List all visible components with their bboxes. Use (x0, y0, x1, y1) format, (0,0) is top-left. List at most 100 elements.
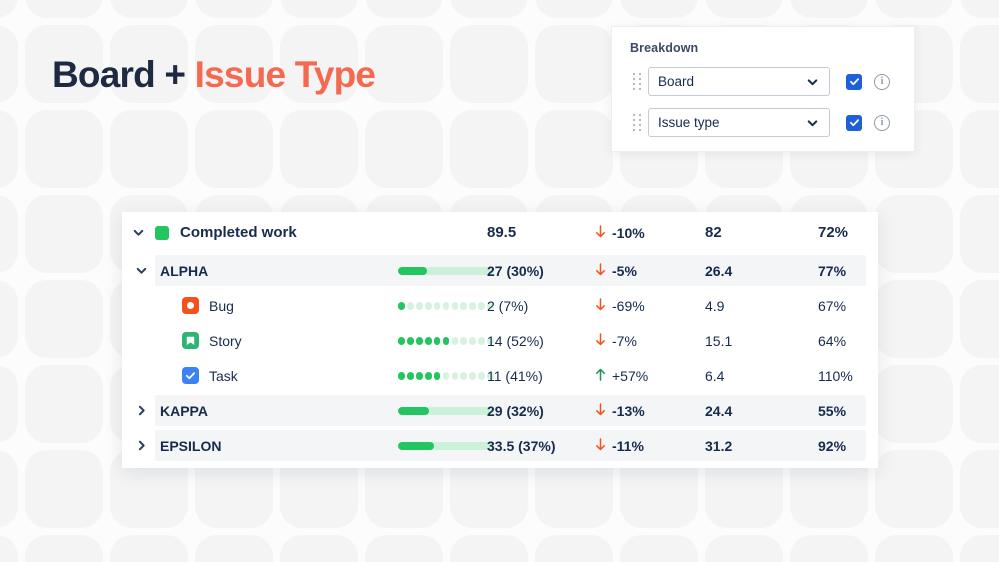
arrow-down-icon (595, 403, 606, 418)
page-title: Board + Issue Type (52, 54, 376, 96)
row-delta-value: +57% (612, 367, 649, 384)
table-row: Bug 2 (7%) -69% 4.9 67% (122, 288, 878, 323)
row-delta: -11% (595, 438, 644, 454)
row-fourth-value: 110% (818, 367, 853, 384)
breakdown-row-list: Board i Issue type i (630, 67, 896, 137)
row-third-value: 26.4 (705, 262, 733, 279)
row-progress-bar (398, 371, 494, 380)
story-icon (182, 332, 199, 349)
breakdown-table-card: Completed work 89.5 -10% 82 72% ALPHA 27 (30%)… (122, 212, 878, 468)
row-progress-bar (398, 266, 494, 275)
breakdown-select-value: Issue type (658, 115, 720, 130)
row-value: 33.5 (37%) (487, 437, 556, 454)
row-expand-toggle[interactable] (122, 226, 155, 239)
row-third-value: 82 (705, 224, 722, 241)
breakdown-select-value: Board (658, 74, 695, 89)
chevron-down-icon[interactable] (135, 264, 148, 277)
row-delta: -10% (595, 225, 645, 241)
row-fourth-value: 72% (818, 224, 849, 241)
breakdown-select-board[interactable]: Board (648, 67, 830, 96)
row-delta-value: -13% (612, 402, 645, 419)
row-label-group: Story (182, 332, 242, 349)
breakdown-panel: Breakdown Board i Issue type i (611, 26, 915, 152)
task-icon (182, 367, 199, 384)
breakdown-checkbox[interactable] (846, 114, 862, 131)
table-row: Task 11 (41%) +57% 6.4 110% (122, 358, 878, 393)
row-delta: +57% (595, 368, 648, 384)
page-title-part-board: Board + (52, 54, 195, 95)
row-value: 2 (7%) (487, 297, 529, 314)
arrow-down-icon (595, 298, 606, 313)
table-row: ALPHA 27 (30%) -5% 26.4 77% (122, 253, 878, 288)
breakdown-select-issue-type[interactable]: Issue type (648, 108, 830, 137)
row-value: 27 (30%) (487, 262, 544, 279)
table-row: Completed work 89.5 -10% 82 72% (122, 212, 878, 253)
arrow-down-icon (595, 438, 606, 453)
row-third-value: 6.4 (705, 367, 725, 384)
row-delta-value: -5% (612, 262, 637, 279)
drag-handle-icon[interactable] (630, 112, 644, 134)
table-row: Story 14 (52%) -7% 15.1 64% (122, 323, 878, 358)
row-progress-bar (398, 301, 494, 310)
row-delta-value: -69% (612, 297, 645, 314)
row-label: EPSILON (160, 437, 222, 454)
table-row: KAPPA 29 (32%) -13% 24.4 55% (122, 393, 878, 428)
row-third-value: 15.1 (705, 332, 733, 349)
breakdown-row: Issue type i (630, 108, 896, 137)
arrow-down-icon (595, 263, 606, 278)
arrow-down-icon (595, 225, 606, 240)
row-fourth-value: 64% (818, 332, 847, 349)
page-title-part-issue-type: Issue Type (194, 54, 376, 95)
row-progress-bar (398, 406, 494, 415)
row-label-group: Task (182, 367, 238, 384)
row-fourth-value: 55% (818, 402, 847, 419)
row-delta: -13% (595, 403, 645, 419)
row-delta: -69% (595, 298, 645, 314)
row-progress-bar (398, 441, 494, 450)
row-label: Completed work (180, 224, 297, 241)
row-delta-value: -11% (612, 437, 644, 454)
info-icon[interactable]: i (874, 114, 890, 131)
arrow-down-icon (595, 333, 606, 348)
row-progress-bar (398, 336, 494, 345)
chevron-down-icon[interactable] (132, 226, 145, 239)
row-label-group: Completed work (155, 224, 297, 241)
row-expand-toggle[interactable] (122, 404, 160, 417)
bug-icon (182, 297, 199, 314)
chevron-down-icon (806, 116, 819, 129)
table-row: EPSILON 33.5 (37%) -11% 31.2 92% (122, 428, 878, 463)
info-icon[interactable]: i (874, 73, 890, 90)
row-label-group: Bug (182, 297, 234, 314)
row-label-group: KAPPA (160, 403, 208, 419)
breakdown-panel-title: Breakdown (630, 41, 699, 55)
chevron-right-icon[interactable] (135, 404, 148, 417)
chevron-right-icon[interactable] (135, 439, 148, 452)
row-delta: -7% (595, 333, 637, 349)
breakdown-table: Completed work 89.5 -10% 82 72% ALPHA 27 (30%)… (122, 212, 878, 463)
arrow-up-icon (595, 368, 606, 383)
drag-handle-icon[interactable] (630, 71, 644, 93)
row-expand-toggle[interactable] (122, 264, 160, 277)
row-third-value: 24.4 (705, 402, 733, 419)
row-third-value: 4.9 (705, 297, 725, 314)
row-expand-toggle[interactable] (122, 439, 160, 452)
row-third-value: 31.2 (705, 437, 733, 454)
chevron-down-icon (806, 75, 819, 88)
row-label: ALPHA (160, 262, 209, 279)
row-label-group: EPSILON (160, 438, 221, 454)
row-value: 14 (52%) (487, 332, 544, 349)
row-label: Task (209, 367, 238, 384)
row-delta: -5% (595, 263, 637, 279)
row-fourth-value: 67% (818, 297, 847, 314)
breakdown-checkbox[interactable] (846, 73, 862, 90)
row-value: 29 (32%) (487, 402, 544, 419)
row-delta-value: -10% (612, 224, 645, 241)
row-fourth-value: 92% (818, 437, 847, 454)
row-label: Story (209, 332, 242, 349)
row-label: KAPPA (160, 402, 208, 419)
row-fourth-value: 77% (818, 262, 847, 279)
row-label: Bug (209, 297, 234, 314)
row-value: 11 (41%) (487, 367, 543, 384)
row-delta-value: -7% (612, 332, 637, 349)
green-square-icon (155, 225, 169, 240)
